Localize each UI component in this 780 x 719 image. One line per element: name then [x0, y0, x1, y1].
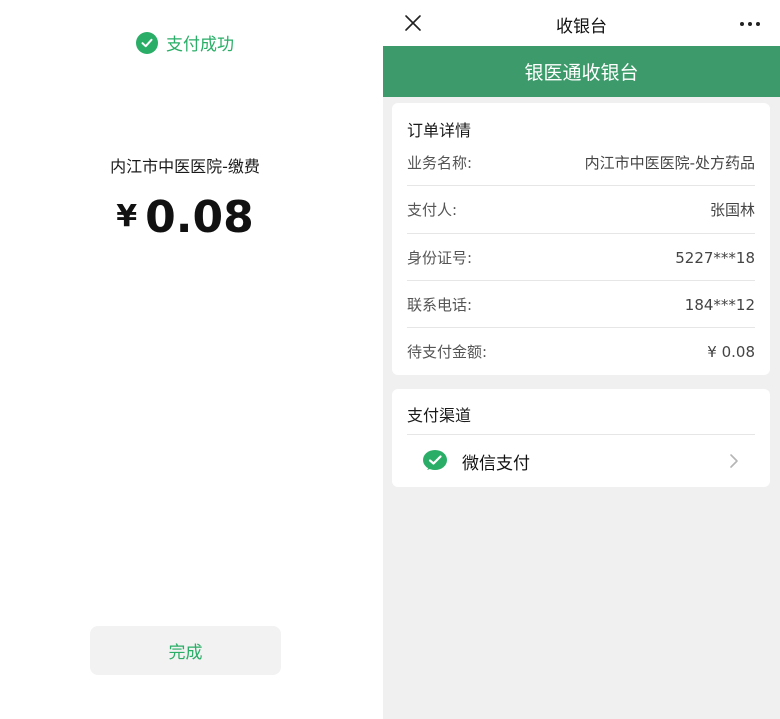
- row-label: 业务名称:: [407, 154, 473, 172]
- topbar-title: 收银台: [556, 17, 607, 37]
- row-phone: 联系电话: 184***12: [407, 281, 755, 328]
- wechat-pay-label: 微信支付: [462, 453, 530, 474]
- row-id-number: 身份证号: 5227***18: [407, 234, 755, 281]
- success-status-text: 支付成功: [166, 35, 234, 55]
- success-status: 支付成功: [0, 30, 370, 55]
- merchant-name: 内江市中医医院-缴费: [110, 157, 260, 176]
- paid-amount: ¥0.08: [0, 192, 370, 243]
- payment-channel-title: 支付渠道: [407, 406, 472, 425]
- top-bar: 收银台: [383, 0, 780, 46]
- row-label: 支付人:: [407, 201, 458, 219]
- row-label: 身份证号:: [407, 249, 473, 267]
- chevron-right-icon: [730, 454, 738, 468]
- more-dots-icon[interactable]: [740, 22, 760, 26]
- wechat-pay-icon: [423, 450, 447, 470]
- payment-success-panel: 支付成功 内江市中医医院-缴费 ¥0.08 完成: [0, 0, 383, 719]
- amount-value: 0.08: [145, 192, 254, 243]
- order-details-card: 订单详情 业务名称: 内江市中医医院-处方药品 支付人: 张国林 身份证号: 5…: [392, 103, 770, 375]
- row-label: 联系电话:: [407, 296, 473, 314]
- done-button[interactable]: 完成: [90, 626, 281, 675]
- payment-channel-card: 支付渠道 微信支付: [392, 389, 770, 487]
- row-value: 张国林: [709, 201, 755, 219]
- row-value: 5227***18: [675, 248, 755, 267]
- wechat-pay-option[interactable]: 微信支付: [422, 447, 740, 475]
- cashier-header: 银医通收银台: [383, 46, 780, 97]
- row-value: 内江市中医医院-处方药品: [584, 154, 755, 172]
- row-business-name: 业务名称: 内江市中医医院-处方药品: [407, 139, 755, 186]
- currency-symbol: ¥: [116, 199, 138, 234]
- row-value: ¥ 0.08: [707, 342, 755, 361]
- check-circle-icon: [136, 31, 158, 54]
- row-label: 待支付金额:: [407, 343, 488, 361]
- row-amount-due: 待支付金额: ¥ 0.08: [407, 328, 755, 375]
- order-details-title: 订单详情: [407, 121, 472, 140]
- row-value: 184***12: [684, 295, 755, 314]
- divider: [407, 434, 755, 435]
- row-payer: 支付人: 张国林: [407, 186, 755, 233]
- cashier-panel: 收银台 银医通收银台 订单详情 业务名称: 内江市中医医院-处方药品 支付人: …: [383, 0, 780, 719]
